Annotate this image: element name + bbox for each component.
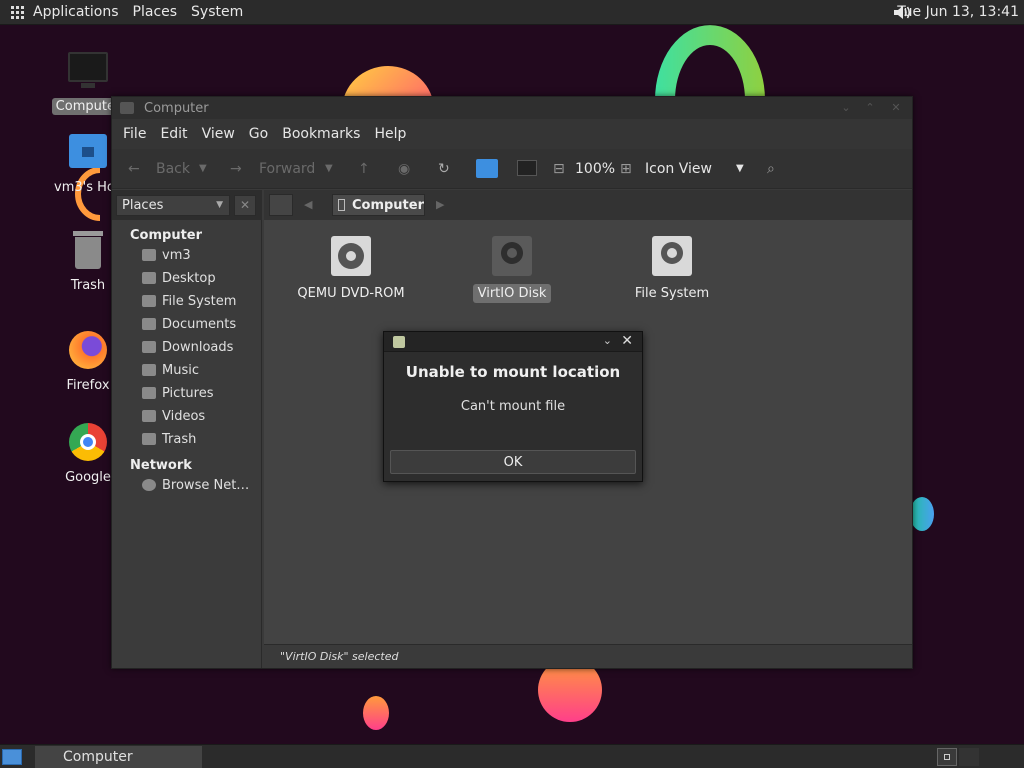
chevron-down-icon: ▼ <box>216 200 223 210</box>
workspace-switcher-2[interactable] <box>959 748 979 766</box>
desktop-icon-label: Google <box>65 470 111 485</box>
sidebar-section-computer: Computer <box>130 228 203 243</box>
zoom-out-icon[interactable]: ⊟ <box>553 161 565 177</box>
edit-location-icon[interactable] <box>269 194 293 216</box>
maximize-icon[interactable]: ⌃ <box>862 100 878 116</box>
optical-drive-icon <box>331 236 371 276</box>
dialog-heading: Unable to mount location <box>405 363 621 381</box>
applications-menu[interactable]: Applications <box>26 4 126 20</box>
close-icon[interactable]: ✕ <box>888 100 904 116</box>
places-combo[interactable]: Places ▼ <box>116 195 230 216</box>
menu-view[interactable]: View <box>195 126 242 142</box>
path-scroll-left-icon[interactable]: ◀ <box>304 198 312 211</box>
window-titlebar[interactable]: Computer ⌄ ⌃ ✕ <box>112 97 912 119</box>
places-menu[interactable]: Places <box>126 4 185 20</box>
file-item[interactable]: VirtIO Disk <box>447 236 577 303</box>
downloads-icon <box>142 341 156 353</box>
ok-button[interactable]: OK <box>390 450 636 474</box>
sidebar-item-file-system[interactable]: File System <box>142 291 236 311</box>
sidebar-item-trash[interactable]: Trash <box>142 429 196 449</box>
forward-button[interactable]: Forward <box>259 161 315 177</box>
workspace-switcher-1[interactable] <box>937 748 957 766</box>
taskbar-item-computer[interactable]: Computer <box>35 746 202 768</box>
file-item[interactable]: QEMU DVD-ROM <box>286 236 416 303</box>
window-title: Computer <box>144 100 209 116</box>
home-icon <box>142 249 156 261</box>
hard-disk-icon <box>492 236 532 276</box>
reload-icon[interactable]: ↻ <box>438 161 450 177</box>
sidebar-item-downloads[interactable]: Downloads <box>142 337 233 357</box>
chevron-down-icon[interactable]: ⌄ <box>603 334 612 347</box>
stop-icon[interactable]: ◉ <box>398 161 410 177</box>
dialog-app-icon <box>393 336 405 348</box>
places-combo-label: Places <box>122 198 164 213</box>
bottom-panel: Computer <box>0 744 1024 768</box>
dialog-message: Can't mount file <box>460 399 566 414</box>
dialog-titlebar[interactable]: ⌄ ✕ <box>384 332 642 352</box>
firefox-icon <box>67 329 109 371</box>
search-icon[interactable]: ⌕ <box>767 161 775 177</box>
up-arrow-icon[interactable]: ↑ <box>358 161 370 177</box>
zoom-in-icon[interactable]: ⊞ <box>620 161 632 177</box>
system-menu[interactable]: System <box>184 4 250 20</box>
menu-bookmarks[interactable]: Bookmarks <box>275 126 367 142</box>
trash-icon <box>142 433 156 445</box>
zoom-level: 100% <box>575 161 616 177</box>
menubar: File Edit View Go Bookmarks Help <box>112 119 912 149</box>
mount-error-dialog: ⌄ ✕ Unable to mount location Can't mount… <box>383 331 643 482</box>
computer-icon <box>67 50 109 92</box>
desktop-icon-label: Firefox <box>66 378 110 393</box>
back-button[interactable]: Back <box>156 161 190 177</box>
pathbar: ◀ Computer ▶ <box>264 190 912 220</box>
drive-icon <box>142 295 156 307</box>
menu-go[interactable]: Go <box>242 126 275 142</box>
file-item[interactable]: File System <box>607 236 737 303</box>
toolbar: ← Back ▼ → Forward ▼ ↑ ◉ ↻ ⊟ 100% ⊞ Icon… <box>112 149 912 189</box>
menu-file[interactable]: File <box>116 126 153 142</box>
view-mode-dropdown-icon[interactable]: ▼ <box>736 163 744 174</box>
sidebar-item-browse-network[interactable]: Browse Net… <box>142 475 249 495</box>
sidebar-item-documents[interactable]: Documents <box>142 314 236 334</box>
computer-button-icon[interactable] <box>517 160 537 176</box>
path-button-computer[interactable]: Computer <box>332 194 425 216</box>
minimize-icon[interactable]: ⌄ <box>838 100 854 116</box>
window-app-icon <box>120 102 134 114</box>
show-desktop-icon[interactable] <box>2 749 22 765</box>
clock[interactable]: Tue Jun 13, 13:41 <box>897 4 1019 20</box>
back-arrow-icon: ← <box>128 161 140 177</box>
network-icon <box>142 479 156 491</box>
videos-icon <box>142 410 156 422</box>
desktop-icon <box>142 272 156 284</box>
trash-icon <box>67 229 109 271</box>
music-icon <box>142 364 156 376</box>
forward-history-dropdown-icon[interactable]: ▼ <box>325 163 333 174</box>
computer-icon <box>338 199 345 211</box>
sidebar-close-icon[interactable]: ✕ <box>234 195 256 216</box>
sidebar-item-music[interactable]: Music <box>142 360 199 380</box>
sidebar-item-vm3[interactable]: vm3 <box>142 245 191 265</box>
home-button-icon[interactable] <box>476 159 498 178</box>
back-history-dropdown-icon[interactable]: ▼ <box>199 163 207 174</box>
places-header: Places ▼ ✕ <box>112 190 262 220</box>
top-panel: Applications Places System Tue Jun 13, 1… <box>0 0 1024 25</box>
apps-grid-icon[interactable] <box>11 5 24 19</box>
sidebar: Computer vm3 Desktop File System Documen… <box>112 220 262 668</box>
menu-edit[interactable]: Edit <box>153 126 194 142</box>
home-folder-icon <box>67 131 109 173</box>
forward-arrow-icon: → <box>230 161 242 177</box>
hard-disk-icon <box>652 236 692 276</box>
documents-icon <box>142 318 156 330</box>
pictures-icon <box>142 387 156 399</box>
chrome-icon <box>67 421 109 463</box>
sidebar-item-desktop[interactable]: Desktop <box>142 268 216 288</box>
sidebar-item-pictures[interactable]: Pictures <box>142 383 213 403</box>
sidebar-section-network: Network <box>130 458 192 473</box>
status-bar: "VirtIO Disk" selected <box>264 644 912 668</box>
menu-help[interactable]: Help <box>367 126 413 142</box>
close-icon[interactable]: ✕ <box>621 333 633 349</box>
view-mode-select[interactable]: Icon View <box>645 161 712 177</box>
desktop-icon-label: Trash <box>70 278 106 293</box>
sidebar-item-videos[interactable]: Videos <box>142 406 205 426</box>
path-scroll-right-icon[interactable]: ▶ <box>436 198 444 211</box>
